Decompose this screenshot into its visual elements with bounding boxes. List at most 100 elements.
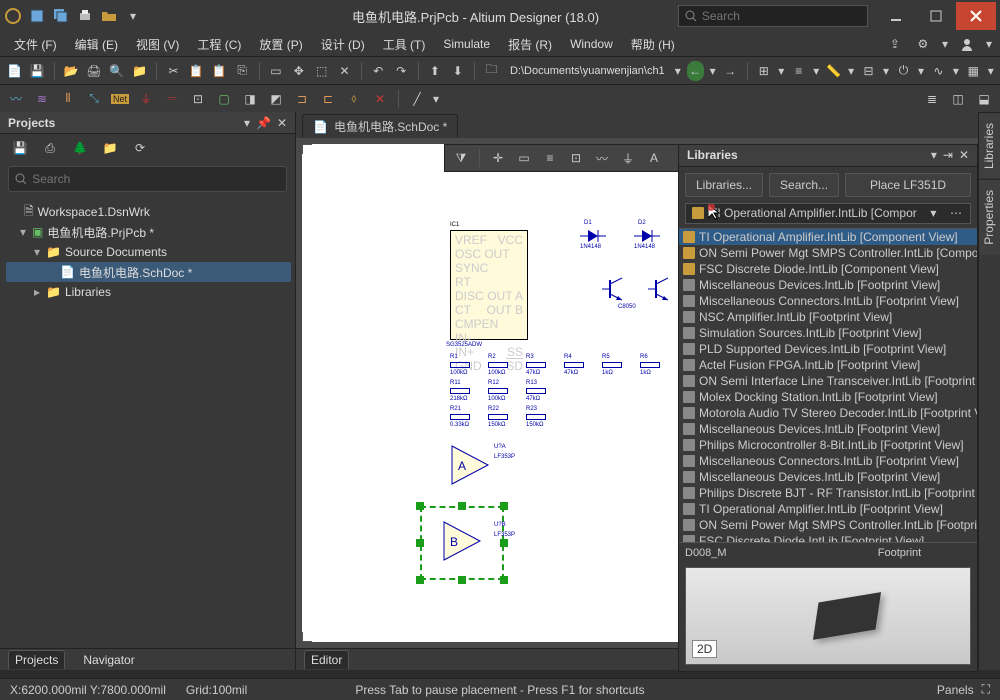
dropdown-icon[interactable]: ▾ <box>124 7 142 25</box>
harness-entry-icon[interactable]: ⊏ <box>318 89 338 109</box>
diode-d1[interactable] <box>580 226 606 246</box>
preview-icon[interactable]: 🔍 <box>108 61 125 81</box>
resistor[interactable] <box>450 414 470 420</box>
grid-icon[interactable]: ▦ <box>965 61 982 81</box>
tree-workspace[interactable]: 🗎Workspace1.DsnWrk <box>6 202 291 222</box>
folder-icon[interactable]: 📁 <box>100 138 120 158</box>
save-all-icon[interactable] <box>52 7 70 25</box>
panel-close-icon[interactable]: ✕ <box>277 116 287 130</box>
open-folder-icon[interactable] <box>100 7 118 25</box>
wire-icon[interactable]: 〰 <box>6 89 26 109</box>
resistor[interactable] <box>526 414 546 420</box>
user-icon[interactable] <box>958 35 976 53</box>
library-list-item[interactable]: Actel Fusion FPGA.IntLib [Footprint View… <box>679 357 977 373</box>
tree-source-documents[interactable]: ▾📁Source Documents <box>6 242 291 262</box>
copy-icon[interactable]: 📋 <box>188 61 205 81</box>
panel-dropdown-icon[interactable]: ▾ <box>244 116 250 130</box>
global-search-input[interactable] <box>702 9 861 23</box>
deselect-icon[interactable]: ⬚ <box>313 61 330 81</box>
browse-icon[interactable]: 🗀 <box>483 61 500 81</box>
line-icon[interactable]: ╱ <box>407 89 427 109</box>
menu-project[interactable]: 工程 (C) <box>191 34 247 55</box>
resistor[interactable] <box>526 388 546 394</box>
menu-place[interactable]: 放置 (P) <box>253 34 308 55</box>
transistor-q2[interactable] <box>648 274 676 304</box>
library-list-item[interactable]: TI Operational Amplifier.IntLib [Compone… <box>679 229 977 245</box>
library-list-item[interactable]: Philips Discrete BJT - RF Transistor.Int… <box>679 485 977 501</box>
bus-entry-icon[interactable]: ⤡ <box>84 89 104 109</box>
library-list-item[interactable]: ON Semi Power Mgt SMPS Controller.IntLib… <box>679 517 977 533</box>
resistor[interactable] <box>488 362 508 368</box>
library-list-item[interactable]: Miscellaneous Devices.IntLib [Footprint … <box>679 469 977 485</box>
undo-icon[interactable]: ↶ <box>370 61 387 81</box>
bus-icon[interactable]: ≡ <box>540 148 560 168</box>
measure-icon[interactable]: 📏 <box>825 61 842 81</box>
redo-icon[interactable]: ↷ <box>393 61 410 81</box>
power-icon[interactable]: ⏻ <box>895 61 912 81</box>
clear-icon[interactable]: ✕ <box>336 61 353 81</box>
search-button[interactable]: Search... <box>769 173 839 197</box>
stamp-icon[interactable]: ⎘ <box>234 61 251 81</box>
gnd-icon[interactable]: ⏚ <box>136 89 156 109</box>
tab-navigator[interactable]: Navigator <box>77 651 140 669</box>
signal-harness-icon[interactable]: ⦀ <box>58 89 78 109</box>
print-icon[interactable] <box>76 7 94 25</box>
place-button[interactable]: Place LF351D <box>845 173 971 197</box>
move-icon[interactable]: ✥ <box>290 61 307 81</box>
nav-fwd-icon[interactable]: → <box>722 61 739 81</box>
device-sheet-icon[interactable]: ◩ <box>266 89 286 109</box>
projects-search-input[interactable] <box>32 172 280 186</box>
gnd-icon[interactable]: ⏚ <box>618 148 638 168</box>
open-project-icon[interactable]: 📁 <box>131 61 148 81</box>
tree-libraries[interactable]: ▸📁Libraries <box>6 282 291 302</box>
libraries-button[interactable]: Libraries... <box>685 173 763 197</box>
chevron-down-icon[interactable]: ▾ <box>930 206 936 220</box>
path-dropdown-icon[interactable]: ▾ <box>675 64 681 78</box>
library-list-item[interactable]: Molex Docking Station.IntLib [Footprint … <box>679 389 977 405</box>
library-list-item[interactable]: FSC Discrete Diode.IntLib [Footprint Vie… <box>679 533 977 542</box>
refresh-icon[interactable]: ⟳ <box>130 138 150 158</box>
ic-body[interactable]: VREFVCC OSC OUT SYNC RT DISCOUT A CTOUT … <box>450 230 528 340</box>
component-icon[interactable]: ⊡ <box>566 148 586 168</box>
menu-tools[interactable]: 工具 (T) <box>377 34 432 55</box>
resistor[interactable] <box>602 362 622 368</box>
compile-icon[interactable]: ⎙ <box>40 138 60 158</box>
more-icon[interactable]: ⋯ <box>950 206 964 220</box>
resistor[interactable] <box>450 388 470 394</box>
view-2d-button[interactable]: 2D <box>692 640 717 658</box>
opamp-a[interactable]: A <box>440 440 500 490</box>
hierarchy-down-icon[interactable]: ⬇ <box>449 61 466 81</box>
paste-icon[interactable]: 📋 <box>211 61 228 81</box>
library-list-item[interactable]: PLD Supported Devices.IntLib [Footprint … <box>679 341 977 357</box>
tree-schdoc[interactable]: 📄电鱼机电路.SchDoc * <box>6 262 291 282</box>
pin-icon[interactable]: 📌 <box>256 116 271 130</box>
crosshair-icon[interactable]: ✛ <box>488 148 508 168</box>
netlabel-icon[interactable]: Net <box>110 89 130 109</box>
library-list-item[interactable]: Miscellaneous Devices.IntLib [Footprint … <box>679 277 977 293</box>
menu-view[interactable]: 视图 (V) <box>130 34 185 55</box>
panel-close-icon[interactable]: ✕ <box>959 148 969 162</box>
close-button[interactable] <box>956 2 996 30</box>
resistor[interactable] <box>564 362 584 368</box>
hierarchy-up-icon[interactable]: ⬆ <box>426 61 443 81</box>
menu-report[interactable]: 报告 (R) <box>502 34 558 55</box>
tab-editor[interactable]: Editor <box>304 650 349 669</box>
list-view-icon[interactable]: ≣ <box>922 89 942 109</box>
footprint-preview[interactable]: 2D <box>685 567 971 665</box>
sheet-entry-icon[interactable]: ◨ <box>240 89 260 109</box>
split-horiz-icon[interactable]: ◫ <box>948 89 968 109</box>
library-list-item[interactable]: ON Semi Power Mgt SMPS Controller.IntLib… <box>679 245 977 261</box>
menu-design[interactable]: 设计 (D) <box>315 34 371 55</box>
library-list-item[interactable]: Motorola Audio TV Stereo Decoder.IntLib … <box>679 405 977 421</box>
menu-window[interactable]: Window <box>564 35 619 53</box>
library-list-item[interactable]: Miscellaneous Connectors.IntLib [Footpri… <box>679 293 977 309</box>
nav-back-icon[interactable]: ← <box>687 61 704 81</box>
open-icon[interactable]: 📂 <box>63 61 80 81</box>
menu-help[interactable]: 帮助 (H) <box>625 34 681 55</box>
ic-util-icon[interactable]: ⊞ <box>755 61 772 81</box>
harness-connector-icon[interactable]: ⊐ <box>292 89 312 109</box>
align-icon[interactable]: ≡ <box>790 61 807 81</box>
noerc-icon[interactable]: ✕ <box>370 89 390 109</box>
wire-icon[interactable]: 〰 <box>592 148 612 168</box>
resistor[interactable] <box>488 414 508 420</box>
